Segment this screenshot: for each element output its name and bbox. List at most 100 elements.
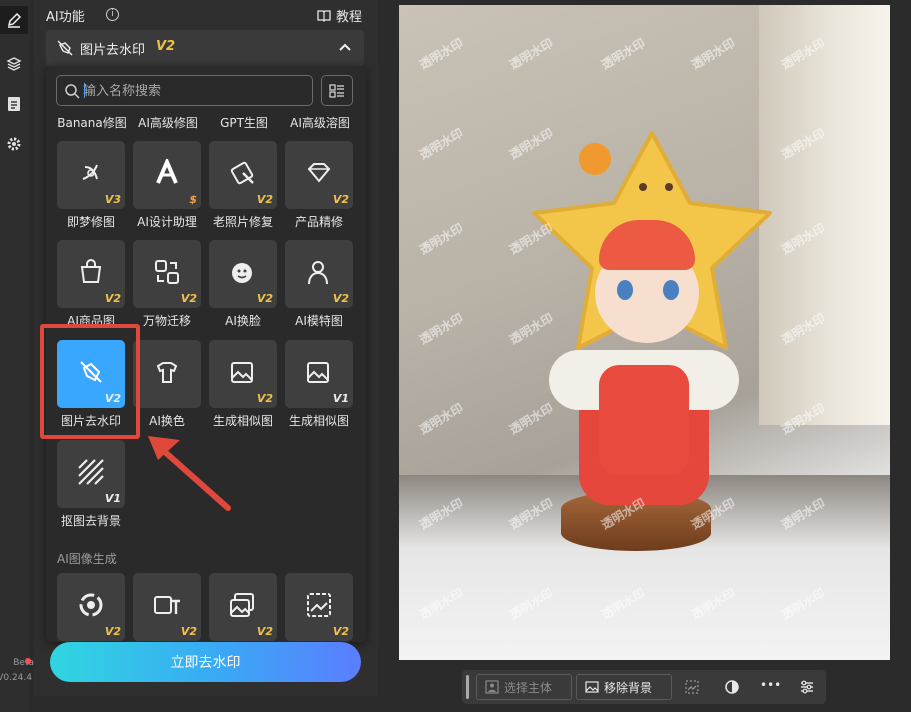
tile-label: 生成相似图 bbox=[212, 414, 273, 428]
tile-photo-restore[interactable]: V2 bbox=[209, 141, 277, 209]
panel-title: AI功能 bbox=[46, 10, 85, 25]
drag-handle[interactable] bbox=[466, 675, 469, 699]
feature-selector[interactable]: 图片去水印 V2 bbox=[46, 30, 364, 66]
tile-similar[interactable]: V2 bbox=[209, 340, 277, 408]
tile-gen-frame[interactable]: V2 bbox=[285, 573, 353, 641]
view-toggle-button[interactable] bbox=[321, 75, 353, 106]
feature-version: V2 bbox=[156, 39, 176, 54]
book-icon bbox=[317, 10, 331, 22]
highlight-box bbox=[40, 324, 140, 439]
photo-restore-icon bbox=[230, 161, 254, 185]
similar-image-icon bbox=[231, 362, 253, 383]
sliders-icon[interactable] bbox=[799, 679, 815, 695]
compare-icon[interactable] bbox=[684, 679, 700, 695]
tile-dreamina[interactable]: V3 bbox=[57, 141, 125, 209]
info-icon[interactable]: i bbox=[106, 8, 119, 21]
face-swap-icon bbox=[232, 263, 252, 283]
tile-gen-swap[interactable]: V2 bbox=[209, 573, 277, 641]
gear-icon[interactable] bbox=[0, 130, 28, 158]
beta-dot bbox=[25, 658, 31, 664]
swirl-icon bbox=[79, 593, 103, 617]
tile-label: 即梦修图 bbox=[66, 215, 115, 229]
tile-cutout[interactable]: V1 bbox=[57, 440, 125, 508]
watermark-text: 透明水印 bbox=[506, 35, 556, 72]
search-icon bbox=[65, 84, 80, 99]
preview-image[interactable]: 透明水印 透明水印 透明水印 透明水印 透明水印 透明水印 透明水印 透明水印 … bbox=[399, 5, 890, 660]
tile-recolor[interactable] bbox=[133, 340, 201, 408]
cutout-icon bbox=[78, 459, 104, 485]
tile-face-swap[interactable]: V2 bbox=[209, 240, 277, 308]
pen-icon[interactable] bbox=[0, 6, 28, 34]
tutorial-link[interactable]: 教程 bbox=[317, 6, 362, 25]
watermark-text: 透明水印 bbox=[506, 400, 556, 437]
section-title: AI图像生成 bbox=[57, 552, 117, 566]
select-subject-button[interactable]: 选择主体 bbox=[476, 674, 572, 700]
remove-watermark-button[interactable]: 立即去水印 bbox=[50, 642, 361, 682]
tile-label: 产品精修 bbox=[294, 215, 343, 229]
watermark-text: 透明水印 bbox=[416, 125, 466, 162]
image-swap-icon bbox=[230, 593, 254, 617]
tile-product-refine[interactable]: V2 bbox=[285, 141, 353, 209]
tile-label[interactable]: AI高级修图 bbox=[130, 114, 206, 131]
watermark-text: 透明水印 bbox=[416, 400, 466, 437]
watermark-text: 透明水印 bbox=[688, 35, 738, 72]
person-icon bbox=[485, 680, 499, 694]
panel-header: AI功能 i 教程 bbox=[46, 4, 366, 25]
document-icon[interactable] bbox=[0, 90, 28, 118]
tile-label: AI换色 bbox=[149, 414, 185, 428]
tile-transfer[interactable]: V2 bbox=[133, 240, 201, 308]
tool-rail: Beta V0.24.4 bbox=[0, 0, 34, 712]
tile-label: AI模特图 bbox=[295, 314, 343, 328]
diamond-icon bbox=[307, 163, 331, 183]
tile-ai-model[interactable]: V2 bbox=[285, 240, 353, 308]
watermark-text: 透明水印 bbox=[416, 310, 466, 347]
dreamina-icon bbox=[82, 164, 98, 180]
annotation-arrow-icon bbox=[148, 436, 231, 511]
contrast-icon[interactable] bbox=[724, 679, 740, 695]
tutorial-label: 教程 bbox=[335, 10, 362, 25]
model-icon bbox=[308, 261, 328, 285]
list-view-icon bbox=[329, 83, 344, 98]
canvas-area: 透明水印 透明水印 透明水印 透明水印 透明水印 透明水印 透明水印 透明水印 … bbox=[378, 0, 911, 712]
search-input[interactable] bbox=[83, 82, 303, 100]
hat-eye-left bbox=[639, 183, 647, 191]
figure-eye-right bbox=[663, 280, 679, 300]
tile-label: 生成相似图 bbox=[288, 414, 349, 428]
remove-background-button[interactable]: 移除背景 bbox=[576, 674, 672, 700]
image-text-icon bbox=[154, 596, 180, 614]
hat-eye-right bbox=[665, 183, 673, 191]
tile-label[interactable]: Banana修图 bbox=[54, 114, 130, 131]
tile-label[interactable]: GPT生图 bbox=[206, 114, 282, 131]
tile-label: 抠图去背景 bbox=[60, 514, 121, 528]
tile-ai-product[interactable]: V2 bbox=[57, 240, 125, 308]
tile-label[interactable]: AI高级溶图 bbox=[282, 114, 358, 131]
similar-image-v1-icon bbox=[307, 362, 329, 383]
search-box[interactable] bbox=[56, 75, 313, 106]
figure-overalls bbox=[599, 365, 689, 475]
remove-background-label: 移除背景 bbox=[604, 680, 653, 695]
recolor-icon bbox=[156, 362, 178, 383]
tile-ai-design[interactable]: $ bbox=[133, 141, 201, 209]
tile-label: AI设计助理 bbox=[137, 215, 197, 229]
tile-similar-v1[interactable]: V1 bbox=[285, 340, 353, 408]
transfer-icon bbox=[155, 260, 179, 284]
shopping-bag-icon bbox=[80, 259, 102, 283]
tile-label: 万物迁移 bbox=[142, 314, 191, 328]
ai-design-icon bbox=[156, 159, 178, 184]
image-icon bbox=[585, 681, 599, 693]
image-toolbar: 选择主体 移除背景 ••• bbox=[462, 670, 826, 704]
feature-label: 图片去水印 bbox=[80, 43, 146, 58]
watermark-text: 透明水印 bbox=[416, 35, 466, 72]
chevron-up-icon[interactable] bbox=[338, 40, 352, 54]
tile-gen-text[interactable]: V2 bbox=[133, 573, 201, 641]
watermark-remove-icon bbox=[57, 40, 73, 56]
image-frame-icon bbox=[307, 593, 331, 617]
text-caret bbox=[84, 83, 85, 98]
more-icon[interactable]: ••• bbox=[760, 678, 781, 692]
tile-gen-swirl[interactable]: V2 bbox=[57, 573, 125, 641]
watermark-text: 透明水印 bbox=[598, 35, 648, 72]
figure-eye-left bbox=[617, 280, 633, 300]
layers-icon[interactable] bbox=[0, 50, 28, 78]
version-label: V0.24.4 bbox=[0, 673, 32, 683]
tile-label: AI换脸 bbox=[225, 314, 261, 328]
